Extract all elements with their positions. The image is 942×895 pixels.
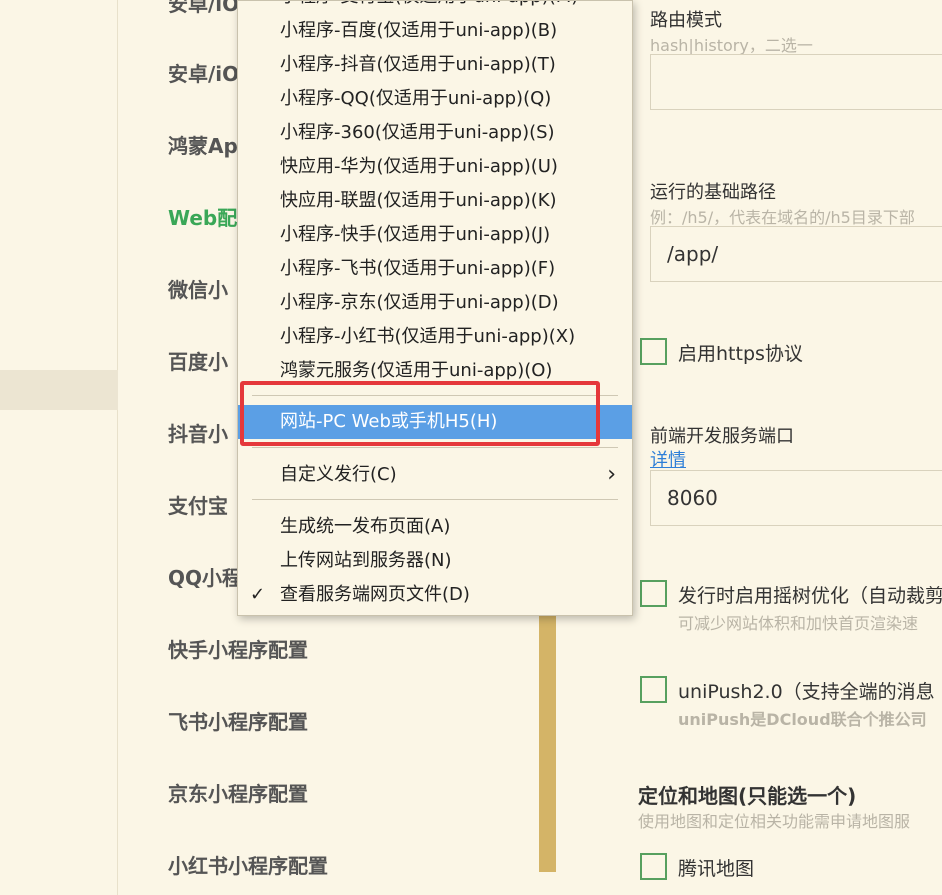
menu-item-alipay[interactable]: 小程序-支付宝(仅适用于uni-app)(M)	[238, 1, 632, 14]
menu-item-custom-publish[interactable]: 自定义发行(C) ›	[238, 458, 632, 492]
tree-shaking-label: 发行时启用摇树优化（自动裁剪	[678, 585, 942, 607]
nav-item-xiaohongshu-mp[interactable]: 小红书小程序配置	[168, 850, 328, 879]
tencent-map-checkbox[interactable]	[640, 853, 667, 880]
nav-scrollbar-thumb[interactable]	[539, 600, 556, 872]
nav-item-harmony-app[interactable]: 鸿蒙Ap	[168, 130, 238, 159]
menu-item-baidu[interactable]: 小程序-百度(仅适用于uni-app)(B)	[238, 14, 632, 48]
route-mode-hint: hash|history，二选一	[650, 36, 813, 55]
menu-item-quickapp-huawei[interactable]: 快应用-华为(仅适用于uni-app)(U)	[238, 150, 632, 184]
nav-item-alipay-mp[interactable]: 支付宝	[168, 490, 228, 519]
menu-item-upload-site[interactable]: 上传网站到服务器(N)	[238, 544, 632, 578]
unipush-checkbox[interactable]	[640, 676, 667, 703]
menu-item-kuaishou[interactable]: 小程序-快手(仅适用于uni-app)(J)	[238, 218, 632, 252]
menu-item-harmony-atomic[interactable]: 鸿蒙元服务(仅适用于uni-app)(O)	[238, 354, 632, 388]
menu-item-feishu[interactable]: 小程序-飞书(仅适用于uni-app)(F)	[238, 252, 632, 286]
nav-item-douyin-mp[interactable]: 抖音小	[168, 418, 228, 447]
nav-item-android-ios-top[interactable]: 安卓/iO	[168, 0, 239, 17]
base-path-input[interactable]: /app/	[650, 226, 942, 282]
menu-separator	[252, 447, 618, 448]
tree-shaking-checkbox[interactable]	[640, 580, 667, 607]
menu-item-web-h5[interactable]: 网站-PC Web或手机H5(H)	[238, 405, 632, 439]
dev-port-label: 前端开发服务端口	[650, 426, 794, 447]
menu-item-jd[interactable]: 小程序-京东(仅适用于uni-app)(D)	[238, 286, 632, 320]
menu-item-custom-publish-label: 自定义发行(C)	[280, 464, 397, 485]
nav-item-jd-mp[interactable]: 京东小程序配置	[168, 778, 308, 807]
dev-port-details-link[interactable]: 详情	[650, 446, 686, 472]
menu-item-quickapp-union[interactable]: 快应用-联盟(仅适用于uni-app)(K)	[238, 184, 632, 218]
menu-item-view-files-label: 查看服务端网页文件(D)	[280, 584, 470, 605]
left-strip	[0, 0, 118, 895]
nav-item-web-config[interactable]: Web配	[168, 202, 237, 231]
https-checkbox[interactable]	[640, 338, 667, 365]
nav-item-android-ios[interactable]: 安卓/iO	[168, 58, 239, 87]
nav-item-wechat-mp[interactable]: 微信小	[168, 274, 228, 303]
map-section-hint: 使用地图和定位相关功能需申请地图服	[638, 812, 911, 831]
publish-dropdown-menu: 小程序-支付宝(仅适用于uni-app)(M) 小程序-百度(仅适用于uni-a…	[237, 0, 633, 616]
menu-item-douyin[interactable]: 小程序-抖音(仅适用于uni-app)(T)	[238, 48, 632, 82]
menu-separator	[252, 499, 618, 500]
route-mode-label: 路由模式	[650, 10, 722, 31]
route-mode-input[interactable]	[650, 54, 942, 110]
left-strip-highlight	[0, 370, 118, 410]
menu-item-qq[interactable]: 小程序-QQ(仅适用于uni-app)(Q)	[238, 82, 632, 116]
base-path-hint: 例：/h5/，代表在域名的/h5目录下部	[650, 208, 915, 227]
nav-item-kuaishou-mp[interactable]: 快手小程序配置	[168, 634, 308, 663]
menu-item-xiaohongshu[interactable]: 小程序-小红书(仅适用于uni-app)(X)	[238, 320, 632, 354]
unipush-hint: uniPush是DCloud联合个推公司	[678, 710, 927, 729]
base-path-label: 运行的基础路径	[650, 182, 776, 203]
menu-item-generate-page[interactable]: 生成统一发布页面(A)	[238, 510, 632, 544]
menu-item-360[interactable]: 小程序-360(仅适用于uni-app)(S)	[238, 116, 632, 150]
unipush-label: uniPush2.0（支持全端的消息	[678, 681, 935, 703]
checkmark-icon: ✓	[250, 584, 266, 605]
tree-shaking-hint: 可减少网站体积和加快首页渲染速	[678, 614, 919, 633]
nav-item-feishu-mp[interactable]: 飞书小程序配置	[168, 706, 308, 735]
dev-port-input[interactable]: 8060	[650, 470, 942, 526]
tencent-map-label: 腾讯地图	[678, 858, 755, 880]
map-section-title: 定位和地图(只能选一个)	[638, 784, 857, 808]
nav-item-baidu-mp[interactable]: 百度小	[168, 346, 228, 375]
menu-item-view-files[interactable]: ✓ 查看服务端网页文件(D)	[238, 578, 632, 612]
menu-separator	[252, 395, 618, 396]
nav-item-qq-mp[interactable]: QQ小程	[168, 562, 242, 591]
chevron-right-icon: ›	[607, 462, 616, 487]
https-label: 启用https协议	[678, 343, 803, 365]
